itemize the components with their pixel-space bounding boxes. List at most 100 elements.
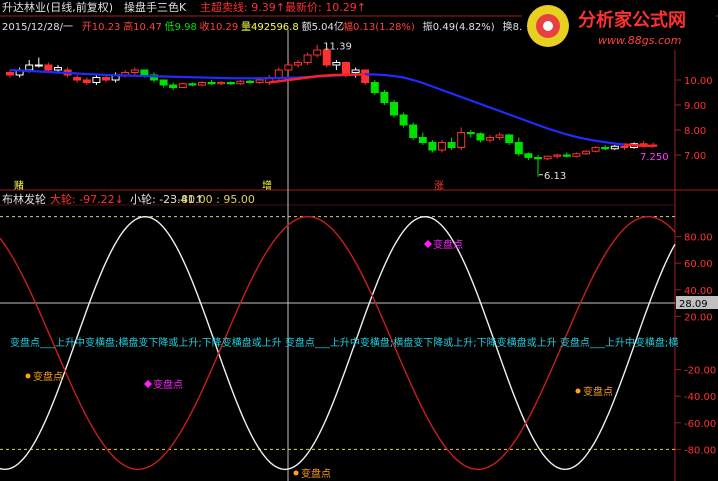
candle-body bbox=[514, 142, 523, 155]
candle-body bbox=[495, 134, 504, 138]
quote-field: 额5.04亿 bbox=[302, 20, 344, 33]
candle-body bbox=[207, 82, 216, 85]
low-annotation: 6.13 bbox=[544, 171, 566, 182]
candle-body bbox=[6, 72, 14, 76]
candle-body bbox=[332, 62, 341, 66]
candle-body bbox=[130, 69, 139, 73]
ma-red-line bbox=[624, 143, 654, 148]
candle-body bbox=[370, 82, 379, 93]
candle-body bbox=[553, 154, 562, 157]
osc-tick-label: 60.00 bbox=[684, 259, 713, 270]
ticker-text: 变盘点___上升中变横盘;横盘变下降或上升;下降变横盘或上升 变盘点___上升中… bbox=[10, 336, 678, 349]
candle-body bbox=[255, 79, 264, 83]
candle-body bbox=[505, 134, 514, 143]
turning-point-label: 变盘点 bbox=[301, 467, 331, 480]
turning-point-label: 变盘点 bbox=[153, 378, 183, 391]
candle-body bbox=[524, 153, 533, 158]
candle-body bbox=[188, 83, 197, 86]
candle-body bbox=[274, 69, 283, 78]
candle-body bbox=[342, 62, 350, 76]
osc-tick-label: -80.00 bbox=[684, 445, 716, 456]
stock-title: 升达林业(日线,前复权) bbox=[2, 0, 113, 14]
quote-field: 低9.98 bbox=[165, 20, 197, 33]
candle-body bbox=[534, 157, 542, 160]
osc-tick-label: 40.00 bbox=[684, 286, 713, 297]
candle-body bbox=[198, 82, 206, 86]
candle-body bbox=[543, 155, 552, 160]
candle-body bbox=[34, 64, 43, 67]
quote-field: 量492596.8 bbox=[241, 21, 299, 33]
quote-field: 高10.47 bbox=[123, 20, 162, 33]
candle-body bbox=[438, 142, 446, 151]
candle-body bbox=[159, 79, 168, 86]
candle-body bbox=[54, 67, 62, 71]
candle-body bbox=[102, 77, 110, 81]
price-tick-label: 7.00 bbox=[684, 151, 706, 162]
quote-field: 2015/12/28/一 bbox=[2, 22, 73, 33]
quote-field: 开10.23 bbox=[82, 22, 121, 33]
candle-body bbox=[457, 132, 466, 148]
candle-body bbox=[82, 79, 91, 83]
price-tick-label: 8.00 bbox=[684, 126, 706, 137]
candle-body bbox=[562, 154, 571, 157]
turning-point-diamond bbox=[424, 240, 432, 248]
logo-url: www.88gs.com bbox=[598, 34, 681, 47]
candle-body bbox=[447, 142, 456, 148]
moving-averages bbox=[9, 68, 654, 176]
candle-body bbox=[92, 77, 101, 83]
high-annotation: 11.39 bbox=[323, 41, 352, 52]
current-price-label: 7.250 bbox=[640, 152, 669, 163]
osc-axis: 80.00 60.00 40.00 20.00 -20.00 -40.00 -60.00 -8… bbox=[675, 233, 718, 456]
candle-body bbox=[313, 49, 322, 56]
level-values: : -80.00 : 95.00 bbox=[170, 193, 255, 206]
big-wave-value: 大轮: -97.22↓ bbox=[50, 192, 124, 206]
candle-body bbox=[284, 64, 293, 71]
turning-point-label: 变盘点 bbox=[433, 238, 463, 251]
candle-body bbox=[466, 132, 475, 135]
turning-point-diamond bbox=[144, 380, 152, 388]
osc-tick-label: 20.00 bbox=[684, 312, 713, 323]
candle-body bbox=[476, 133, 485, 141]
signal-marker: 赌 bbox=[14, 179, 24, 192]
latest-price-label: 最新价: 10.29↑ bbox=[285, 0, 366, 14]
candle-body bbox=[303, 54, 312, 63]
price-axis: 10.00 9.00 8.00 7.00 bbox=[675, 76, 713, 162]
candle-body bbox=[73, 77, 82, 81]
candle-body bbox=[582, 150, 590, 155]
candle-body bbox=[486, 137, 494, 141]
main-oversold-label: 主超卖线: 9.39↑ bbox=[200, 0, 285, 14]
candle-body bbox=[25, 64, 34, 71]
candle-body bbox=[322, 49, 331, 66]
quote-field: 振0.49(4.82%) bbox=[423, 20, 495, 33]
osc-tick-label: 80.00 bbox=[684, 233, 713, 244]
candle-body bbox=[226, 82, 235, 85]
candle-body bbox=[236, 80, 245, 85]
candle-body bbox=[140, 69, 149, 76]
osc-tick-label: -20.00 bbox=[684, 366, 716, 377]
turning-points: 变盘点变盘点变盘点变盘点变盘点 bbox=[25, 238, 613, 480]
formula-name: 操盘手三色K bbox=[124, 0, 187, 14]
quote-field: 幅0.13(1.28%) bbox=[343, 20, 415, 33]
signal-marker: 增 bbox=[262, 179, 272, 192]
quote-field: 收10.29 bbox=[200, 20, 239, 33]
signal-marker: 涨 bbox=[434, 180, 444, 192]
osc-tick-label: -40.00 bbox=[684, 392, 716, 403]
candle-body bbox=[294, 62, 302, 66]
candle-body bbox=[44, 64, 53, 71]
candle-body bbox=[390, 102, 398, 116]
quote-bar: 2015/12/28/一 开10.23 高10.47 低9.98 收10.29 量4925… bbox=[2, 20, 602, 33]
candle-body bbox=[418, 137, 427, 143]
candle-body bbox=[399, 114, 408, 126]
stock-chart[interactable]: 升达林业(日线,前复权) 操盘手三色K 主超卖线: 9.39↑ 最新价: 10.… bbox=[0, 0, 718, 481]
candle-body bbox=[169, 84, 178, 88]
turning-point-dot bbox=[575, 388, 581, 394]
candlesticks bbox=[6, 45, 658, 177]
candle-body bbox=[428, 142, 437, 151]
candle-body bbox=[572, 153, 581, 157]
candle-body bbox=[178, 83, 187, 88]
candle-body bbox=[361, 69, 370, 83]
candle-body bbox=[601, 147, 610, 150]
osc-name: 布林发轮 bbox=[2, 192, 46, 206]
turning-point-label: 变盘点 bbox=[583, 385, 613, 398]
osc-current-label: 28.09 bbox=[679, 299, 708, 310]
